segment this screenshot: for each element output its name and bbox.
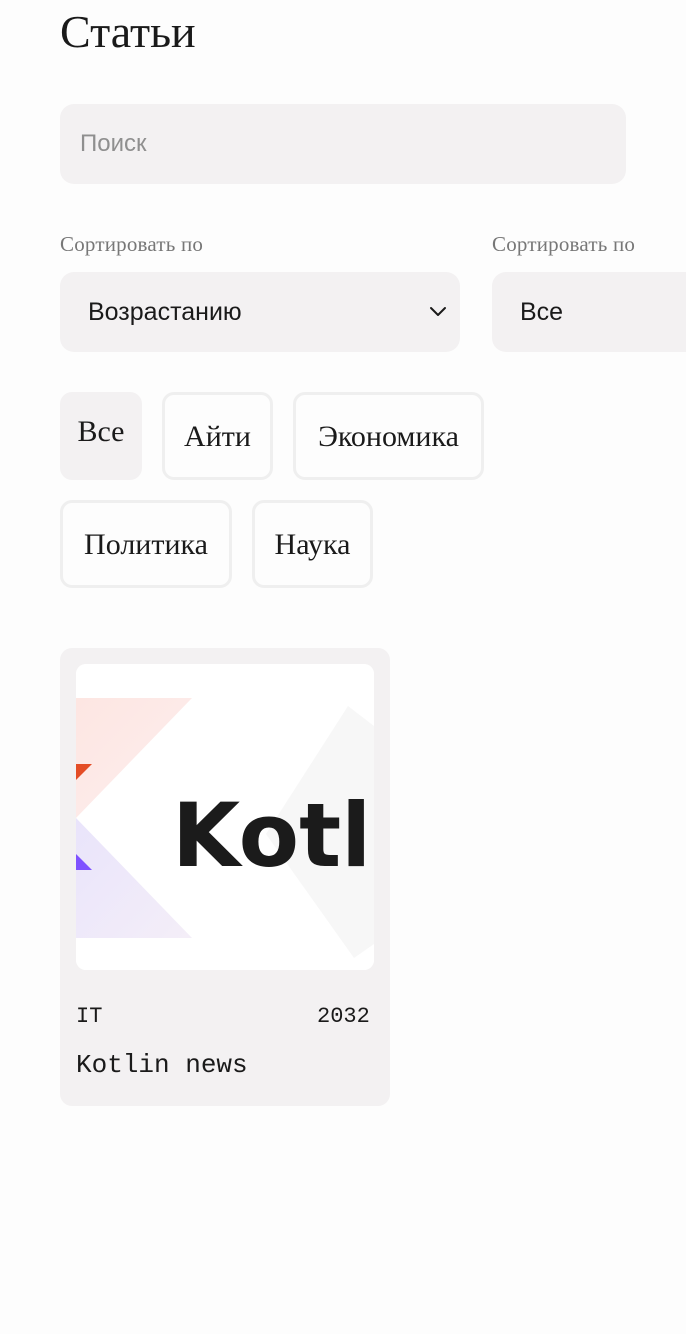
filter-chip-label: Все: [77, 415, 125, 448]
chevron-down-icon: [430, 307, 446, 316]
search-input[interactable]: [60, 104, 626, 184]
article-image: Kotli: [76, 664, 374, 970]
article-year: 2032: [317, 1004, 370, 1029]
filter-chip-label: Экономика: [318, 420, 459, 453]
sort-field-value: Все: [520, 297, 564, 326]
article-card[interactable]: Kotli: [60, 648, 390, 1106]
filter-chip-science[interactable]: Наука: [252, 500, 373, 588]
page-title: Статьи: [60, 6, 196, 57]
filter-chip-label: Наука: [274, 528, 351, 561]
filter-chip-label: Айти: [184, 420, 251, 453]
article-image-text: Kotli: [172, 784, 374, 887]
sort-field-select[interactable]: Все: [492, 272, 686, 352]
articles-page: Статьи Сортировать по Сортировать по Воз…: [0, 0, 686, 1334]
filter-chip-all[interactable]: Все: [60, 392, 142, 480]
article-title: Kotlin news: [76, 1050, 248, 1080]
sort-order-value: Возрастанию: [88, 297, 242, 326]
filter-chip-it[interactable]: Айти: [162, 392, 273, 480]
article-category: IT: [76, 1004, 103, 1029]
sort-field-label: Сортировать по: [492, 232, 636, 256]
kotlin-logo-icon: Kotli: [76, 664, 374, 970]
filter-chip-politics[interactable]: Политика: [60, 500, 232, 588]
sort-order-label: Сортировать по: [60, 232, 204, 256]
filter-chip-economy[interactable]: Экономика: [293, 392, 484, 480]
filter-chip-label: Политика: [84, 528, 208, 561]
sort-order-select[interactable]: Возрастанию: [60, 272, 460, 352]
